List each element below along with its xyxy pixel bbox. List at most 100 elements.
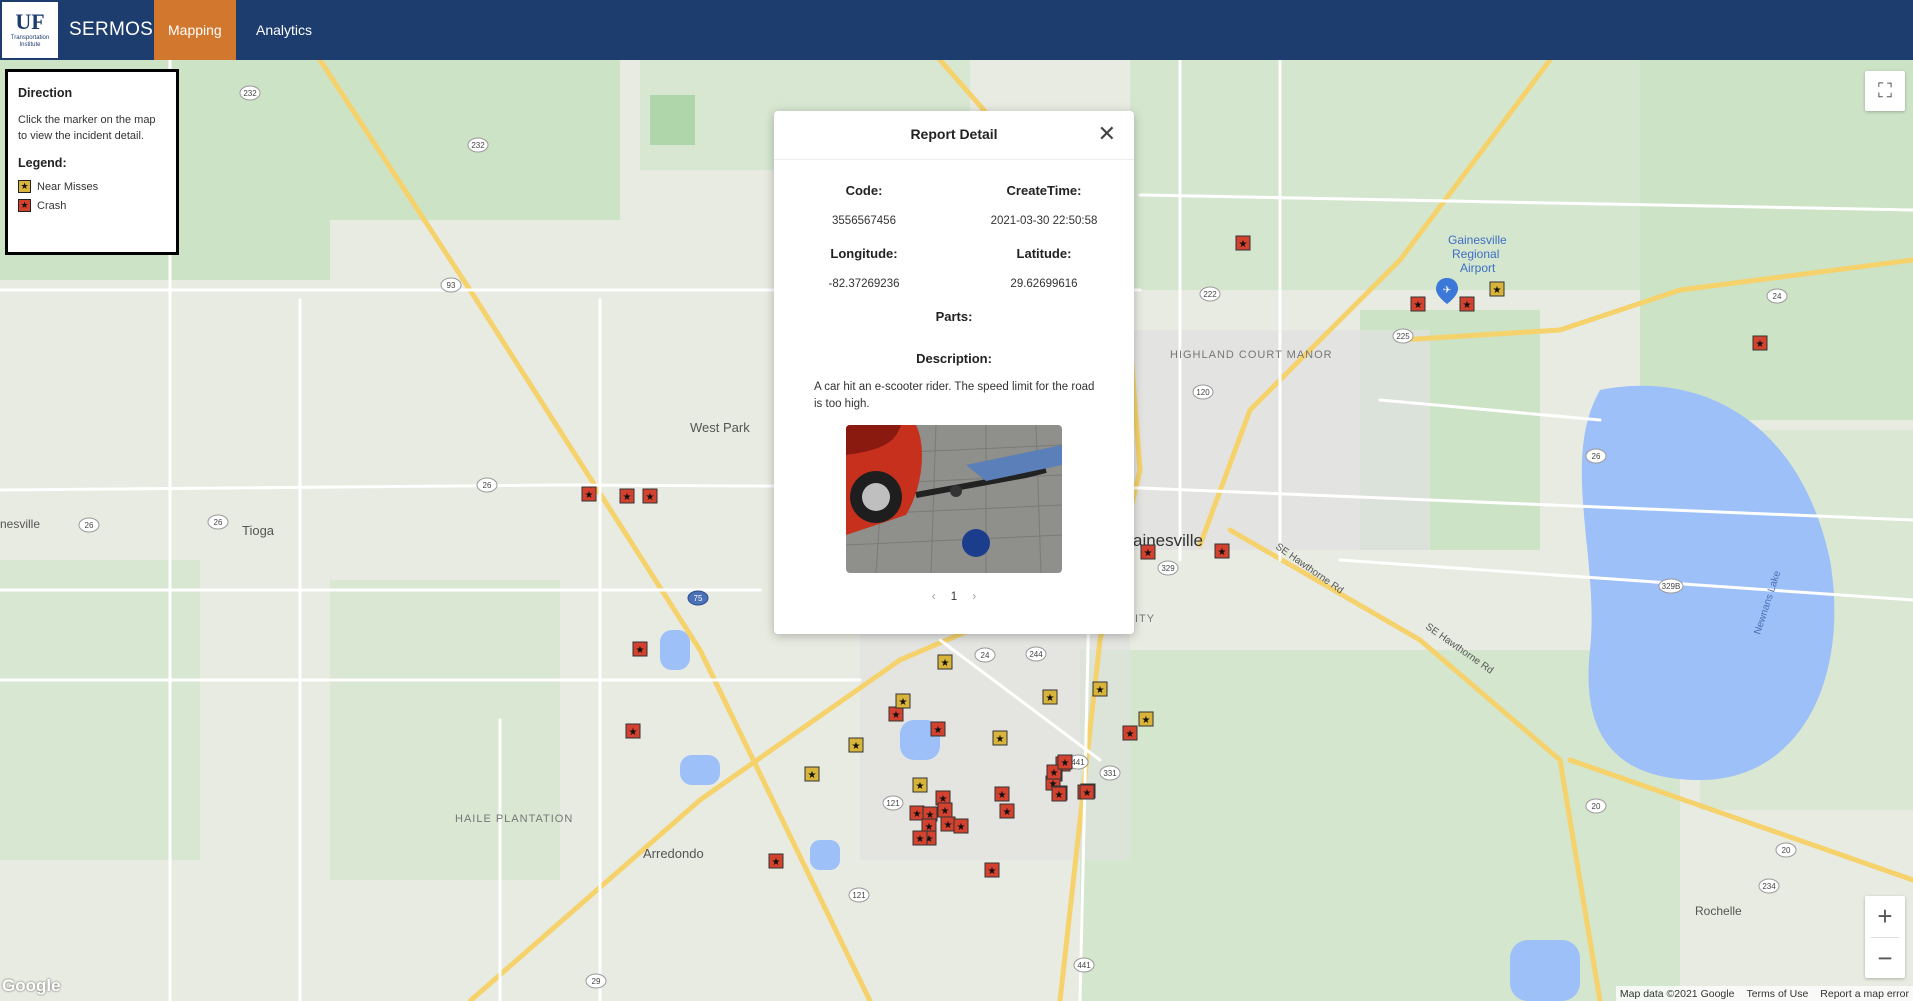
report-map-error-link[interactable]: Report a map error <box>1820 988 1909 1000</box>
shield-label: 24 <box>981 651 990 660</box>
tab-analytics[interactable]: Analytics <box>242 0 326 60</box>
svg-text:★: ★ <box>1414 300 1423 311</box>
shield-label: 329 <box>1161 564 1175 573</box>
crash-star-icon: ★ <box>18 199 31 212</box>
shield-label: 29 <box>592 977 601 986</box>
svg-text:★: ★ <box>957 822 966 833</box>
shield-label: 121 <box>852 891 866 900</box>
current-page[interactable]: 1 <box>951 591 957 603</box>
shield-label: 26 <box>1592 452 1601 461</box>
svg-text:★: ★ <box>996 734 1005 745</box>
place-label-tioga: Tioga <box>242 523 275 538</box>
svg-text:★: ★ <box>941 658 950 669</box>
prev-page-icon[interactable]: ‹ <box>932 591 936 603</box>
legend-label-near-misses: Near Misses <box>37 180 99 193</box>
legend-label-crash: Crash <box>37 199 67 212</box>
svg-text:★: ★ <box>1083 788 1092 799</box>
shield-label: 441 <box>1077 961 1091 970</box>
fullscreen-button[interactable]: ⛶ <box>1865 71 1905 111</box>
top-navigation-bar: UF Transportation Institute SERMOS Mappi… <box>0 0 1913 60</box>
crash-marker: ★ <box>888 706 904 722</box>
crash-marker: ★ <box>619 488 635 504</box>
shield-label: 26 <box>214 518 223 527</box>
crash-marker: ★ <box>1079 784 1095 800</box>
map-data-credit: Map data ©2021 Google <box>1619 987 1735 1000</box>
map-attribution: Map data ©2021 Google Terms of Use Repor… <box>1615 986 1913 1001</box>
latitude-value: 29.62699616 <box>1010 278 1078 290</box>
shield-label: 222 <box>1203 290 1217 299</box>
pagination: ‹ 1 › <box>774 591 1134 603</box>
near-miss-marker: ★ <box>1042 689 1058 705</box>
close-icon: ✕ <box>1097 121 1116 146</box>
tab-mapping[interactable]: Mapping <box>154 0 236 60</box>
svg-text:★: ★ <box>585 490 594 501</box>
svg-text:★: ★ <box>916 781 925 792</box>
shield-label: 120 <box>1196 388 1210 397</box>
crash-marker: ★ <box>1051 786 1067 802</box>
crash-marker: ★ <box>984 862 1000 878</box>
crash-marker: ★ <box>1752 335 1768 351</box>
fullscreen-icon: ⛶ <box>1878 79 1892 102</box>
svg-text:★: ★ <box>1046 693 1055 704</box>
place-label-university: ITY <box>1135 613 1155 625</box>
shield-label: 225 <box>1396 332 1410 341</box>
near-miss-marker: ★ <box>992 730 1008 746</box>
latitude-label: Latitude: <box>1016 246 1072 261</box>
terms-of-use-link[interactable]: Terms of Use <box>1746 988 1808 1000</box>
incident-photo[interactable] <box>846 425 1062 573</box>
near-miss-marker: ★ <box>912 777 928 793</box>
shield-label: 20 <box>1782 846 1791 855</box>
svg-text:★: ★ <box>772 857 781 868</box>
svg-text:★: ★ <box>1142 715 1151 726</box>
code-label: Code: <box>845 183 883 198</box>
shield-label: 24 <box>1773 292 1782 301</box>
airport-label-line-1: Gainesville <box>1448 233 1507 247</box>
crash-marker: ★ <box>768 853 784 869</box>
logo-subtitle: Transportation Institute <box>10 35 50 48</box>
svg-text:★: ★ <box>636 645 645 656</box>
description-text: A car hit an e-scooter rider. The speed … <box>814 381 1095 410</box>
legend-heading: Legend: <box>18 156 67 170</box>
zoom-in-button[interactable]: + <box>1865 896 1905 937</box>
svg-text:★: ★ <box>623 492 632 503</box>
near-miss-marker: ★ <box>848 737 864 753</box>
svg-text:★: ★ <box>892 710 901 721</box>
shield-label: 121 <box>886 799 900 808</box>
report-detail-modal: Report Detail ✕ Code: CreateTime: 355656… <box>774 111 1134 634</box>
shield-label: 232 <box>471 141 485 150</box>
place-label-highland: HIGHLAND COURT MANOR <box>1170 349 1333 361</box>
svg-text:★: ★ <box>941 806 950 817</box>
description-label: Description: <box>916 351 992 366</box>
logo-mark: UF <box>15 9 45 34</box>
place-label-haile: HAILE PLANTATION <box>455 813 573 825</box>
shield-label: 244 <box>1029 650 1043 659</box>
direction-legend-panel: Direction Click the marker on the map to… <box>5 69 179 255</box>
uf-logo[interactable]: UF Transportation Institute <box>2 2 58 58</box>
crash-marker: ★ <box>1057 754 1073 770</box>
crash-marker: ★ <box>937 802 953 818</box>
zoom-out-button[interactable]: − <box>1865 938 1905 979</box>
shield-label: 234 <box>1762 882 1776 891</box>
code-value: 3556567456 <box>832 215 896 227</box>
svg-text:★: ★ <box>629 727 638 738</box>
crash-marker: ★ <box>642 488 658 504</box>
shield-label: 331 <box>1103 769 1117 778</box>
next-page-icon[interactable]: › <box>972 591 976 603</box>
near-miss-marker: ★ <box>937 654 953 670</box>
crash-marker: ★ <box>581 486 597 502</box>
svg-text:✈: ✈ <box>1443 285 1451 296</box>
svg-text:★: ★ <box>852 741 861 752</box>
google-logo[interactable]: Google <box>2 976 61 996</box>
crash-marker: ★ <box>999 803 1015 819</box>
shield-label: 26 <box>483 481 492 490</box>
crash-marker: ★ <box>940 816 956 832</box>
place-label-west-park: West Park <box>690 420 750 435</box>
crash-marker: ★ <box>994 786 1010 802</box>
crash-marker: ★ <box>953 818 969 834</box>
crash-marker: ★ <box>1140 544 1156 560</box>
svg-text:★: ★ <box>1239 239 1248 250</box>
svg-text:★: ★ <box>1050 768 1059 779</box>
svg-text:★: ★ <box>1144 548 1153 559</box>
svg-text:★: ★ <box>1493 285 1502 296</box>
close-button[interactable]: ✕ <box>1098 121 1116 147</box>
